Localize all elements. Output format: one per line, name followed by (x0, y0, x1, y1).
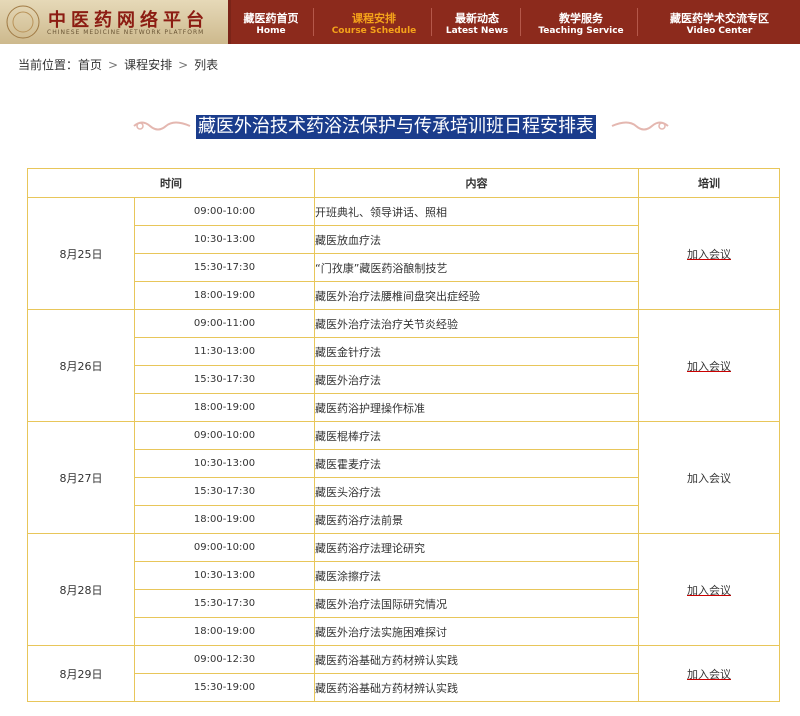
nav-course-schedule[interactable]: 课程安排 Course Schedule (315, 0, 433, 44)
time-cell: 15:30-19:00 (134, 673, 315, 702)
training-cell: 加入会议 (638, 309, 780, 422)
table-row: 8月28日 09:00-10:00 藏医药浴疗法理论研究加入会议 (27, 533, 780, 646)
content-cell: 藏医外治疗法 (314, 365, 639, 394)
content-cell: 藏医金针疗法 (314, 337, 639, 366)
content-cell: 藏医外治疗法腰椎间盘突出症经验 (314, 281, 639, 310)
nav-latest-news[interactable]: 最新动态 Latest News (433, 0, 521, 44)
table-row: 8月27日 09:00-10:00 藏医棍棒疗法加入会议 (27, 421, 780, 534)
right-ornament-icon (611, 121, 669, 131)
training-cell: 加入会议 (638, 533, 780, 646)
date-cell: 8月29日 (27, 645, 135, 702)
time-cell: 10:30-13:00 (134, 225, 315, 254)
content-cell: 藏医涂擦疗法 (314, 561, 639, 590)
time-cell: 15:30-17:30 (134, 589, 315, 618)
page-title: 藏医外治技术药浴法保护与传承培训班日程安排表 (196, 115, 596, 139)
training-cell: 加入会议 (638, 421, 780, 534)
join-meeting-link[interactable]: 加入会议 (687, 472, 731, 485)
join-meeting-link[interactable]: 加入会议 (687, 360, 731, 373)
nav-divider (431, 8, 432, 36)
schedule-table: 时间 内容 培训 8月25日 09:00-10:00 开班典礼、领导讲话、照相 加入会… (27, 168, 780, 702)
join-meeting-link[interactable]: 加入会议 (687, 584, 731, 597)
content-cell: 藏医放血疗法 (314, 225, 639, 254)
time-cell: 09:00-11:00 (134, 309, 315, 338)
table-header-row: 时间 内容 培训 (27, 168, 780, 198)
time-cell: 18:00-19:00 (134, 505, 315, 534)
breadcrumb-course[interactable]: 课程安排 (124, 58, 172, 72)
logo-subtitle: CHINESE MEDICINE NETWORK PLATFORM (47, 29, 205, 36)
time-cell: 09:00-10:00 (134, 197, 315, 226)
header-training: 培训 (638, 168, 780, 198)
left-ornament-icon (133, 121, 191, 131)
nav-home-en: Home (256, 26, 286, 36)
header-time: 时间 (27, 168, 315, 198)
time-cell: 11:30-13:00 (134, 337, 315, 366)
content-cell: 藏医药浴基础方药材辨认实践 (314, 673, 639, 702)
nav-divider (637, 8, 638, 36)
nav-divider (520, 8, 521, 36)
join-meeting-link[interactable]: 加入会议 (687, 248, 731, 261)
time-cell: 09:00-10:00 (134, 421, 315, 450)
nav-home[interactable]: 藏医药首页 Home (231, 0, 311, 44)
table-row: 8月26日 09:00-11:00 藏医外治疗法治疗关节炎经验加入会议 (27, 309, 780, 422)
nav-video-label: 藏医药学术交流专区 (670, 12, 769, 25)
title-area: 藏医外治技术药浴法保护与传承培训班日程安排表 (0, 112, 800, 142)
nav-video-en: Video Center (686, 26, 753, 36)
nav-course-en: Course Schedule (331, 26, 417, 36)
breadcrumb-separator: > (108, 58, 119, 72)
table-row: 8月25日 09:00-10:00 开班典礼、领导讲话、照相加入会议 (27, 197, 780, 310)
time-cell: 18:00-19:00 (134, 281, 315, 310)
content-cell: 开班典礼、领导讲话、照相 (314, 197, 639, 226)
nav-news-label: 最新动态 (455, 12, 499, 25)
date-cell: 8月28日 (27, 533, 135, 646)
date-cell: 8月27日 (27, 421, 135, 534)
schedule-body: 8月25日 09:00-10:00 开班典礼、领导讲话、照相 加入会议 10:30-13… (27, 197, 780, 702)
nav-home-label: 藏医药首页 (243, 12, 299, 25)
training-cell: 加入会议 (638, 197, 780, 310)
time-cell: 10:30-13:00 (134, 561, 315, 590)
site-logo[interactable]: 中医药网络平台 CHINESE MEDICINE NETWORK PLATFOR… (0, 0, 231, 44)
content-cell: 藏医药浴基础方药材辨认实践 (314, 645, 639, 674)
seal-icon (6, 5, 40, 39)
content-cell: 藏医霍麦疗法 (314, 449, 639, 478)
nav-video-center[interactable]: 藏医药学术交流专区 Video Center (639, 0, 800, 44)
breadcrumb-prefix: 当前位置： (18, 58, 79, 72)
breadcrumb-list: 列表 (194, 58, 219, 72)
breadcrumb-separator: > (178, 58, 189, 72)
join-meeting-link[interactable]: 加入会议 (687, 668, 731, 681)
nav-teaching-en: Teaching Service (538, 26, 624, 36)
time-cell: 18:00-19:00 (134, 617, 315, 646)
content-cell: 藏医棍棒疗法 (314, 421, 639, 450)
time-cell: 15:30-17:30 (134, 477, 315, 506)
header-content: 内容 (314, 168, 639, 198)
content-cell: 藏医药浴疗法前景 (314, 505, 639, 534)
nav-news-en: Latest News (445, 26, 509, 36)
date-cell: 8月26日 (27, 309, 135, 422)
time-cell: 18:00-19:00 (134, 393, 315, 422)
time-cell: 10:30-13:00 (134, 449, 315, 478)
nav-teaching-label: 教学服务 (559, 12, 603, 25)
content-cell: 藏医头浴疗法 (314, 477, 639, 506)
time-cell: 09:00-12:30 (134, 645, 315, 674)
time-cell: 15:30-17:30 (134, 253, 315, 282)
content-cell: 藏医药浴疗法理论研究 (314, 533, 639, 562)
table-row: 8月29日 09:00-12:30 藏医药浴基础方药材辨认实践 加入会议 (27, 645, 780, 702)
content-cell: 藏医外治疗法国际研究情况 (314, 589, 639, 618)
breadcrumb-home[interactable]: 首页 (78, 58, 102, 72)
nav-course-label: 课程安排 (352, 12, 396, 25)
time-cell: 09:00-10:00 (134, 533, 315, 562)
nav-divider (313, 8, 314, 36)
nav-teaching-service[interactable]: 教学服务 Teaching Service (522, 0, 640, 44)
header: 中医药网络平台 CHINESE MEDICINE NETWORK PLATFOR… (0, 0, 800, 44)
content-cell: 藏医外治疗法实施困难探讨 (314, 617, 639, 646)
date-cell: 8月25日 (27, 197, 135, 310)
content-cell: 藏医外治疗法治疗关节炎经验 (314, 309, 639, 338)
time-cell: 15:30-17:30 (134, 365, 315, 394)
training-cell: 加入会议 (638, 645, 780, 702)
content-cell: “门孜康”藏医药浴酿制技艺 (314, 253, 639, 282)
content-cell: 藏医药浴护理操作标准 (314, 393, 639, 422)
breadcrumb: 当前位置：首页 > 课程安排 > 列表 (18, 56, 218, 73)
